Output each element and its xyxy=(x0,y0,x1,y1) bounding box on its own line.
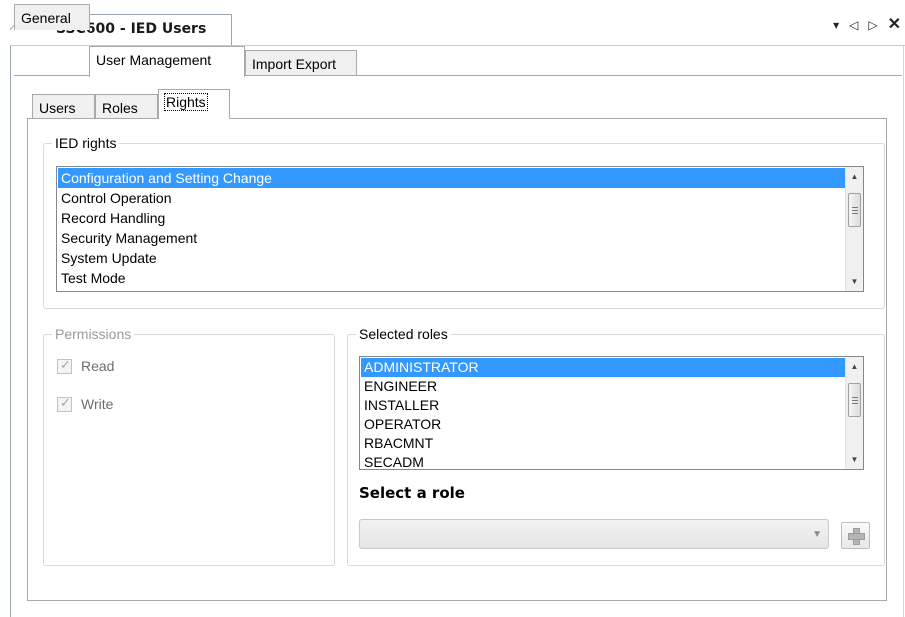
tab-import-export[interactable]: Import Export xyxy=(245,50,357,76)
selected-roles-label: Selected roles xyxy=(356,325,451,343)
read-label: Read xyxy=(81,358,115,374)
list-item[interactable]: System Update xyxy=(58,248,845,268)
scroll-right-icon[interactable]: ▷ xyxy=(868,18,877,32)
document-tab-strip: SSC600 - IED Users ▾ ◁ ▷ ✕ xyxy=(0,0,905,46)
close-icon[interactable]: ✕ xyxy=(888,17,901,33)
list-item[interactable]: SECADM xyxy=(361,453,845,469)
tab-users[interactable]: Users xyxy=(32,94,95,119)
list-item[interactable]: Record Handling xyxy=(58,208,845,228)
add-role-button[interactable] xyxy=(841,522,870,549)
scroll-up-icon[interactable]: ▲ xyxy=(846,168,863,185)
scroll-up-icon[interactable]: ▲ xyxy=(846,358,863,375)
ied-rights-list[interactable]: Configuration and Setting Change Control… xyxy=(56,166,864,292)
list-item[interactable]: Test Mode xyxy=(58,268,845,288)
select-role-label: Select a role xyxy=(359,484,465,502)
list-item[interactable]: ENGINEER xyxy=(361,377,845,396)
frame-right-border xyxy=(903,46,904,617)
selected-roles-items: ADMINISTRATOR ENGINEER INSTALLER OPERATO… xyxy=(361,358,845,469)
plus-icon xyxy=(848,528,865,545)
selected-roles-list[interactable]: ADMINISTRATOR ENGINEER INSTALLER OPERATO… xyxy=(359,356,864,470)
permissions-label: Permissions xyxy=(52,325,135,343)
list-item[interactable]: RBACMNT xyxy=(361,434,845,453)
panel-bottom-border xyxy=(27,600,887,601)
panel-right-border xyxy=(886,118,887,601)
grip-icon xyxy=(851,396,858,404)
list-item[interactable]: OPERATOR xyxy=(361,415,845,434)
tab-rights[interactable]: Rights xyxy=(158,89,230,119)
ied-rights-items: Configuration and Setting Change Control… xyxy=(58,168,845,288)
list-item[interactable]: Configuration and Setting Change xyxy=(58,168,845,188)
read-checkbox-row[interactable]: Read xyxy=(57,357,115,374)
panel-left-border xyxy=(27,118,28,601)
scroll-thumb[interactable] xyxy=(848,383,861,417)
write-label: Write xyxy=(81,396,114,412)
scroll-left-icon[interactable]: ◁ xyxy=(849,18,858,32)
list-item[interactable]: ADMINISTRATOR xyxy=(361,358,845,377)
tab-general[interactable]: General xyxy=(14,4,90,30)
ied-rights-label: IED rights xyxy=(52,134,120,152)
ied-rights-scrollbar[interactable]: ▲ ▼ xyxy=(845,167,863,291)
tab-roles[interactable]: Roles xyxy=(95,94,158,119)
chevron-down-icon[interactable]: ▼ xyxy=(812,529,822,540)
tab-user-management[interactable]: User Management xyxy=(89,46,245,77)
list-item[interactable]: INSTALLER xyxy=(361,396,845,415)
frame-left-border xyxy=(10,46,11,617)
write-checkbox-row[interactable]: Write xyxy=(57,395,114,412)
selected-roles-scrollbar[interactable]: ▲ ▼ xyxy=(845,357,863,469)
select-role-dropdown[interactable]: ▼ xyxy=(359,519,829,549)
tab-rights-label: Rights xyxy=(164,93,208,111)
write-checkbox[interactable] xyxy=(57,395,72,412)
scroll-thumb[interactable] xyxy=(848,193,861,227)
grip-icon xyxy=(851,206,858,214)
list-item[interactable]: Control Operation xyxy=(58,188,845,208)
sub-tabs-baseline xyxy=(27,118,887,119)
scroll-down-icon[interactable]: ▼ xyxy=(846,451,863,468)
list-item[interactable]: Security Management xyxy=(58,228,845,248)
window-menu-icon[interactable]: ▾ xyxy=(833,18,839,32)
read-checkbox[interactable] xyxy=(57,357,72,374)
window-controls: ▾ ◁ ▷ ✕ xyxy=(833,17,901,33)
scroll-down-icon[interactable]: ▼ xyxy=(846,273,863,290)
